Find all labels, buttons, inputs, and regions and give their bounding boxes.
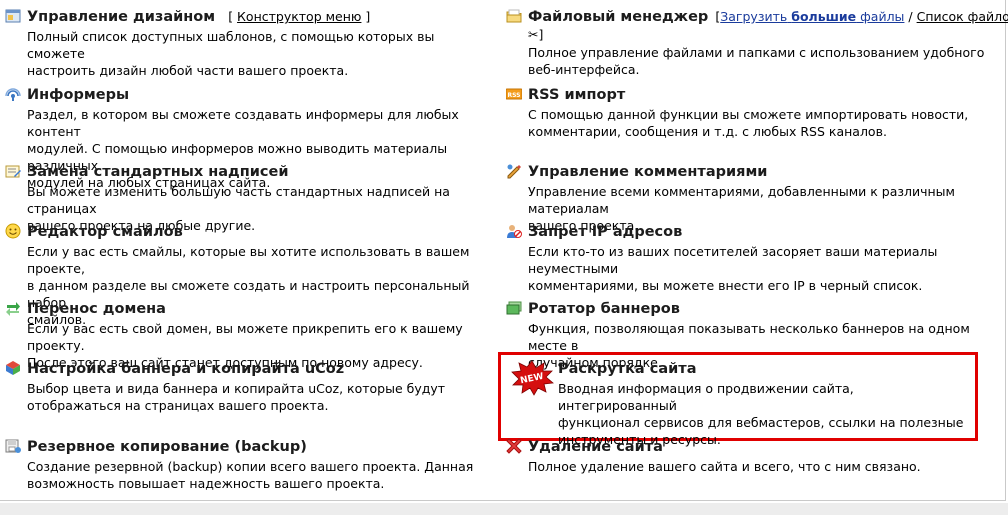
- informers-title[interactable]: Информеры: [27, 87, 129, 103]
- desc-line: Полный список доступных шаблонов, с помо…: [27, 29, 435, 61]
- banner-copyright-title[interactable]: Настройка баннера и копирайта uCoz: [27, 361, 344, 377]
- banner-rotator-title[interactable]: Ротатор баннеров: [528, 301, 680, 317]
- desc-line: Если у вас есть свой домен, вы можете пр…: [27, 321, 463, 353]
- ip-ban-desc: Если кто-то из ваших посетителей засоряе…: [528, 243, 1001, 294]
- banner-copyright-desc: Выбор цвета и вида баннера и копирайта u…: [27, 380, 445, 414]
- delete-icon: [506, 438, 522, 454]
- fm-bracket-close: ]: [538, 27, 544, 42]
- desc-line: настроить дизайн любой части вашего прое…: [27, 63, 349, 78]
- comments-title[interactable]: Управление комментариями: [528, 164, 767, 180]
- desc-line: Раздел, в котором вы сможете создавать и…: [27, 107, 459, 139]
- backup-title[interactable]: Резервное копирование (backup): [27, 439, 307, 455]
- rss-title[interactable]: RSS импорт: [528, 87, 625, 103]
- upload-big-files-link[interactable]: Загрузить большие файлы: [720, 9, 904, 24]
- design-title[interactable]: Управление дизайном: [27, 9, 215, 25]
- ip-ban-icon: [507, 225, 522, 238]
- desc-line: Функция, позволяющая показывать нескольк…: [528, 321, 970, 353]
- menu-builder-link[interactable]: Конструктор меню: [237, 9, 361, 24]
- big-word: большие: [791, 9, 857, 24]
- file-list-link[interactable]: Список файлов: [917, 9, 1008, 24]
- rss-desc: С помощью данной функции вы сможете импо…: [528, 106, 968, 140]
- folder-icon: [506, 9, 522, 23]
- desc-line: Выбор цвета и вида баннера и копирайта u…: [27, 381, 446, 396]
- desc-line: комментариями, вы можете внести его IP в…: [528, 278, 923, 293]
- domain-transfer-icon: [6, 302, 20, 316]
- desc-line: Полное управление файлами и папками с ис…: [528, 45, 985, 60]
- smiles-title[interactable]: Редактор смайлов: [27, 224, 183, 240]
- upload-word: Загрузить: [720, 9, 788, 24]
- backup-desc: Создание резервной (backup) копии всего …: [27, 458, 473, 492]
- desc-line: Если кто-то из ваших посетителей засоряе…: [528, 244, 938, 276]
- svg-text:RSS: RSS: [508, 92, 521, 99]
- comments-icon: [507, 164, 521, 179]
- desc-line: Создание резервной (backup) копии всего …: [27, 459, 474, 474]
- scissors-icon[interactable]: ✂: [528, 27, 538, 42]
- design-icon: [5, 9, 21, 23]
- desc-line: Полное удаление вашего сайта и всего, чт…: [528, 459, 921, 474]
- fm-sep-1: /: [904, 9, 917, 24]
- delete-site-desc: Полное удаление вашего сайта и всего, чт…: [528, 458, 921, 475]
- file-manager-desc: Полное управление файлами и папками с ис…: [528, 44, 984, 78]
- ip-ban-title[interactable]: Запрет IP адресов: [528, 224, 682, 240]
- desc-line: Если у вас есть смайлы, которые вы хотит…: [27, 244, 470, 276]
- bottom-strip: [0, 503, 1008, 515]
- desc-line: отображаться на страницах вашего проекта…: [27, 398, 329, 413]
- menu-builder-bracket-close: ]: [361, 9, 371, 24]
- informer-icon: [5, 88, 21, 101]
- delete-site-title[interactable]: Удаление сайта: [528, 439, 663, 455]
- desc-line: Управление всеми комментариями, добавлен…: [528, 184, 955, 216]
- design-desc: Полный список доступных шаблонов, с помо…: [27, 28, 485, 79]
- rss-icon: RSS: [506, 88, 522, 100]
- files-word: файлы: [856, 9, 905, 24]
- desc-line: возможность повышает надежность вашего п…: [27, 476, 385, 491]
- desc-line: Вводная информация о продвижении сайта, …: [558, 381, 854, 413]
- file-manager-title[interactable]: Файловый менеджер: [528, 9, 708, 25]
- desc-line: комментарии, сообщения и т.д. с любых RS…: [528, 124, 887, 139]
- smiley-icon: [5, 223, 21, 239]
- new-badge-icon: NEW: [511, 360, 554, 396]
- banner-settings-icon: [6, 361, 20, 375]
- menu-builder-bracket-open: [: [228, 9, 238, 24]
- desc-line: функционал сервисов для вебмастеров, ссы…: [558, 415, 964, 430]
- text-replace-icon: [5, 165, 21, 178]
- desc-line: Вы можете изменить большую часть стандар…: [27, 184, 450, 216]
- banner-rotator-icon: [506, 301, 522, 315]
- domain-title[interactable]: Перенос домена: [27, 301, 166, 317]
- desc-line: веб-интерфейса.: [528, 62, 640, 77]
- backup-icon: [5, 439, 21, 453]
- text-replace-title[interactable]: Замена стандартных надписей: [27, 164, 289, 180]
- desc-line: С помощью данной функции вы сможете импо…: [528, 107, 969, 122]
- promotion-title[interactable]: Раскрутка сайта: [558, 361, 697, 377]
